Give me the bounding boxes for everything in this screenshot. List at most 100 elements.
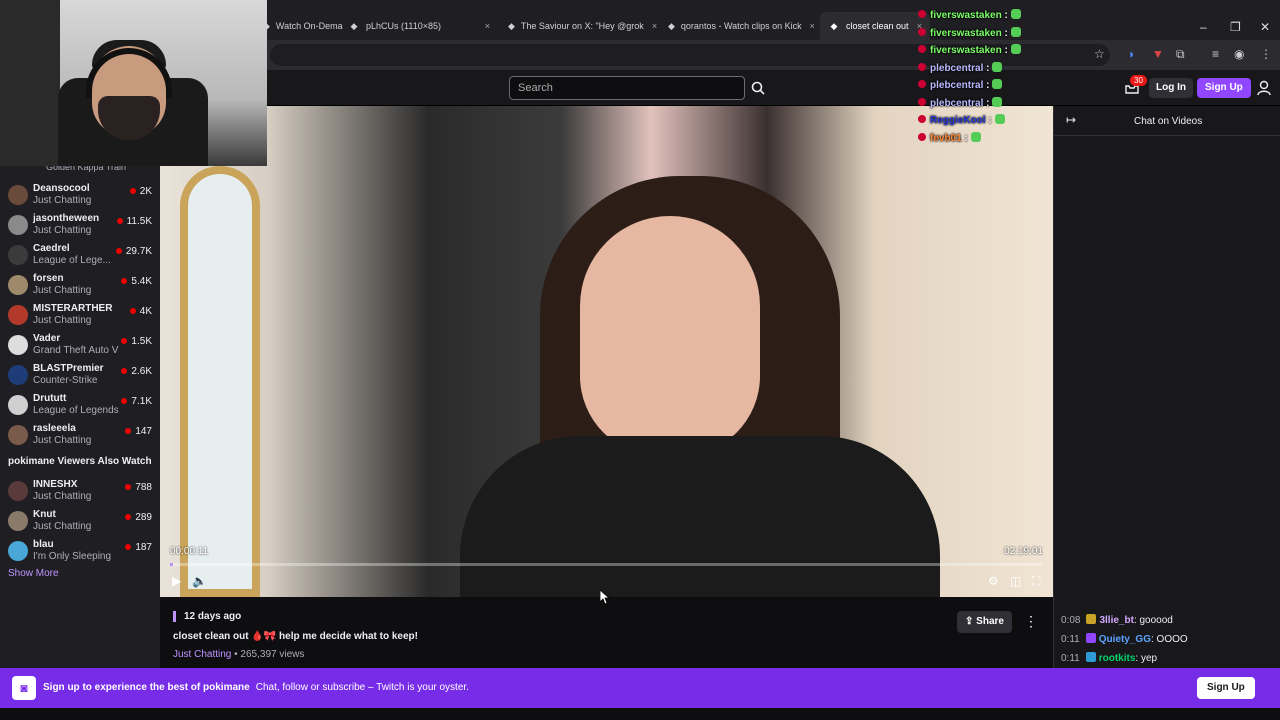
chat-text: gooood (1136, 615, 1173, 626)
play-icon[interactable]: ▶ (172, 574, 181, 588)
sidebar-channel[interactable]: Knut Just Chatting 289 (0, 506, 160, 536)
sidebar-channel[interactable]: MISTERARTHER Just Chatting 4K (0, 300, 160, 330)
overlay-chat-line: fiverswastaken : (918, 9, 1021, 21)
overlay-username: fevb01 (930, 132, 962, 144)
sidebar-channel[interactable]: INNESHX Just Chatting 788 (0, 476, 160, 506)
avatar (8, 305, 28, 325)
browser-tab[interactable]: ◆ qorantos - Watch clips on Kick × (660, 12, 820, 40)
minimize-icon[interactable]: – (1200, 20, 1207, 34)
channel-name: jasontheween (33, 213, 100, 224)
sidebar-channel[interactable]: blau I'm Only Sleeping 187 (0, 536, 160, 566)
profile-icon[interactable]: ◉ (1234, 47, 1244, 61)
emote-icon (994, 114, 1005, 124)
chat-username[interactable]: Quiety_GG (1099, 634, 1151, 645)
overlay-username: fiverswastaken (930, 27, 1002, 39)
view-count: • 265,397 views (231, 649, 305, 660)
chat-title: Chat on Videos (1134, 116, 1203, 127)
avatar (8, 335, 28, 355)
overlay-username: plebcentral (930, 80, 984, 91)
kick-icon: ◆ (668, 20, 675, 31)
more-options-icon[interactable]: ⋮ (1024, 613, 1038, 630)
sidebar-channel[interactable]: Vader Grand Theft Auto V 1.5K (0, 330, 160, 360)
maximize-icon[interactable]: ❐ (1230, 20, 1241, 34)
browser-tab[interactable]: ◆ The Saviour on X: "Hey @grok × (500, 12, 660, 40)
chat-header: ↦ Chat on Videos (1054, 106, 1280, 136)
banner-signup-button[interactable]: Sign Up (1197, 677, 1255, 699)
extensions-puzzle-icon[interactable]: ⧉ (1176, 47, 1185, 62)
close-tab-icon[interactable]: × (644, 21, 657, 31)
channel-name: BLASTPremier (33, 363, 104, 374)
video-player[interactable]: 00:00:11 02:19:01 ▶ 🔈 ⚙ ◫ ⛶ (160, 106, 1053, 597)
overlay-badge-icon (918, 132, 926, 141)
browser-tab[interactable]: ◆ closet clean out × (820, 12, 930, 40)
sidebar-channel[interactable]: rasleeela Just Chatting 147 (0, 420, 160, 450)
seek-bar[interactable] (170, 563, 1043, 566)
chat-message: 0:11 rootkits: yep (1061, 652, 1158, 664)
channel-game: Grand Theft Auto V (33, 345, 119, 356)
sidebar-channel[interactable]: Drututt League of Legends 7.1K (0, 390, 160, 420)
avatar (8, 481, 28, 501)
close-tab-icon[interactable]: × (477, 21, 490, 31)
share-button[interactable]: ⇪ Share (957, 611, 1012, 633)
extension-icon-2[interactable]: ▼ (1152, 47, 1164, 61)
chat-username[interactable]: rootkits (1099, 653, 1136, 664)
close-window-icon[interactable]: ✕ (1260, 20, 1270, 34)
channel-name: Vader (33, 333, 61, 344)
login-button[interactable]: Log In (1149, 78, 1193, 98)
channel-game: I'm Only Sleeping (33, 551, 112, 562)
browser-menu-icon[interactable]: ⋮ (1260, 47, 1272, 61)
viewer-count: 187 (125, 542, 152, 553)
sidebar-channel[interactable]: forsen Just Chatting 5.4K (0, 270, 160, 300)
browser-tab[interactable]: ◆Watch On-Dema× (255, 12, 345, 40)
fullscreen-icon[interactable]: ⛶ (1032, 574, 1040, 589)
avatar (8, 365, 28, 385)
emote-icon (992, 96, 1003, 107)
extension-icon[interactable]: ◗ (1128, 47, 1135, 61)
theatre-mode-icon[interactable]: ◫ (1010, 574, 1021, 588)
category-link[interactable]: Just Chatting (173, 649, 231, 660)
show-more-link[interactable]: Show More (8, 568, 59, 579)
sidebar-channel[interactable]: Caedrel League of Lege... 29.7K (0, 240, 160, 270)
channel-game: Just Chatting (33, 435, 92, 446)
user-icon[interactable] (1257, 80, 1271, 96)
overlay-username: fiverswastaken (930, 45, 1002, 56)
sidebar-channel[interactable]: Deansocool Just Chatting 2K (0, 180, 160, 210)
channel-game: Just Chatting (33, 315, 92, 326)
total-duration: 02:19:01 (1004, 546, 1043, 557)
search-button[interactable] (745, 76, 771, 100)
chat-text: OOOO (1153, 634, 1188, 645)
sidebar-channel[interactable]: jasontheween Just Chatting 11.5K (0, 210, 160, 240)
channel-game: Just Chatting (33, 491, 92, 502)
video-age: 12 days ago (173, 611, 241, 622)
sidebar-channel[interactable]: BLASTPremier Counter-Strike 2.6K (0, 360, 160, 390)
signup-button[interactable]: Sign Up (1197, 78, 1251, 98)
media-control-icon[interactable]: ≡ (1212, 47, 1219, 61)
emote-icon (1010, 9, 1021, 19)
viewer-count: 147 (125, 426, 152, 437)
collapse-chat-icon[interactable]: ↦ (1066, 113, 1076, 127)
viewer-count: 5.4K (121, 276, 152, 287)
viewer-count: 11.5K (117, 216, 152, 227)
overlay-username: plebcentral (930, 97, 984, 109)
settings-gear-icon[interactable]: ⚙ (988, 574, 999, 588)
overlay-username: ReggieKool (930, 115, 986, 126)
emote-icon (992, 79, 1003, 89)
chat-username[interactable]: 3llie_bt (1099, 615, 1133, 626)
mouse-cursor-icon (600, 590, 610, 604)
channel-name: forsen (33, 273, 64, 284)
video-info: 12 days ago closet clean out 🩸🎀 help me … (160, 597, 1053, 668)
search-input[interactable]: Search (509, 76, 745, 100)
chat-timestamp: 0:08 (1061, 615, 1081, 626)
volume-icon[interactable]: 🔈 (192, 574, 207, 588)
video-mirror (180, 166, 260, 597)
viewer-count: 1.5K (121, 336, 152, 347)
overlay-badge-icon (918, 115, 926, 123)
browser-tab[interactable]: ◆ pLhCUs (1110×85) × (340, 12, 498, 40)
bookmark-star-icon[interactable]: ☆ (1094, 47, 1105, 61)
share-icon: ⇪ (965, 616, 977, 627)
channel-game: Just Chatting (33, 225, 92, 236)
channel-game: League of Legends (33, 405, 119, 416)
channel-game: Just Chatting (33, 195, 92, 206)
avatar (8, 275, 28, 295)
close-tab-icon[interactable]: × (802, 21, 815, 31)
